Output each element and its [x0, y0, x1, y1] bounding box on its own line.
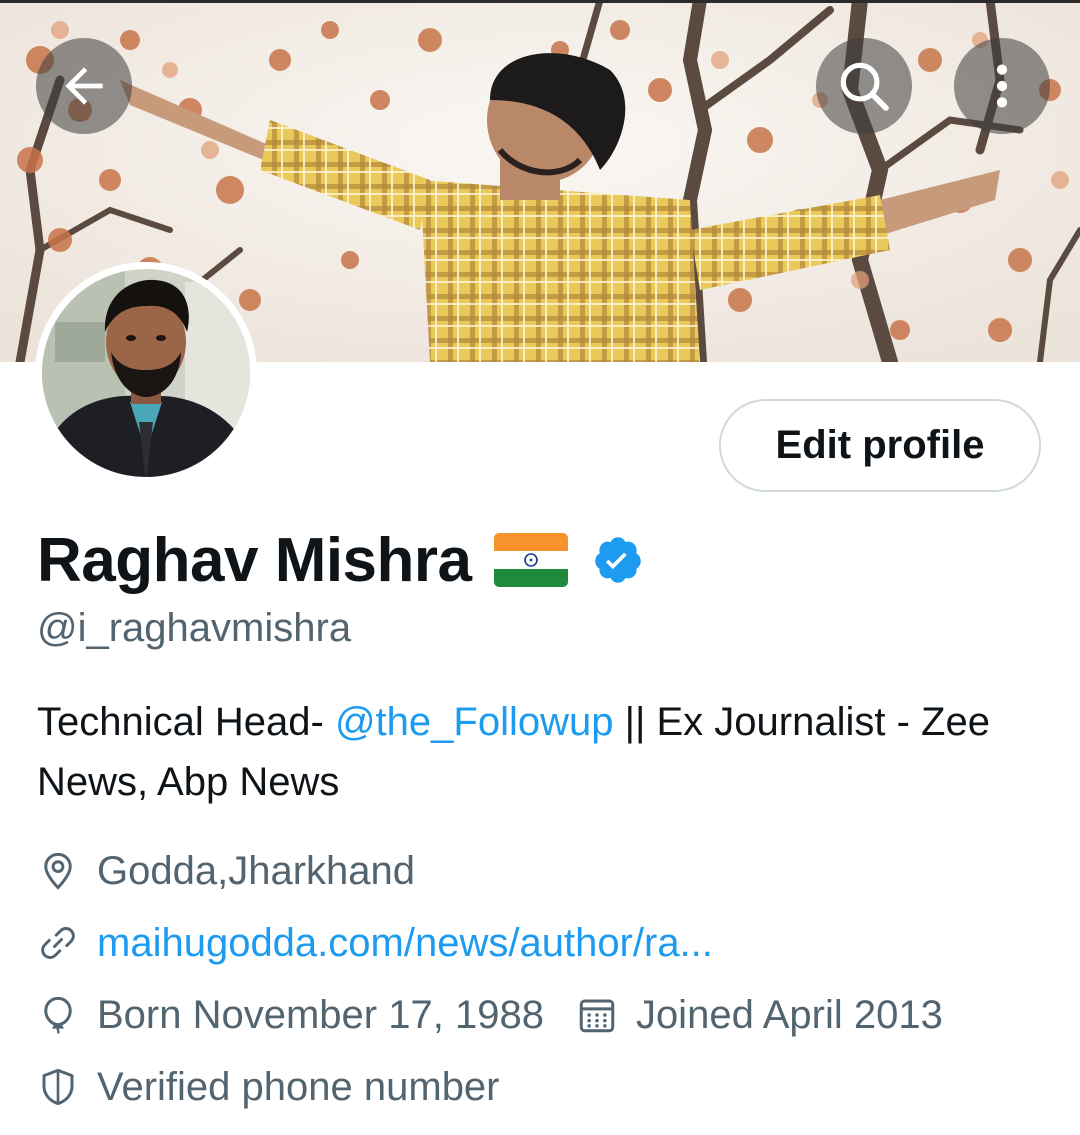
edit-profile-button[interactable]: Edit profile [719, 399, 1041, 492]
verified-badge-icon[interactable] [592, 534, 644, 586]
website-link[interactable]: maihugodda.com/news/author/ra... [97, 921, 713, 966]
shield-icon [42, 1068, 74, 1106]
indian-flag-emoji [493, 533, 568, 587]
avatar-image [35, 262, 257, 484]
link-icon [41, 927, 75, 959]
top-border [0, 0, 1080, 3]
more-options-button[interactable] [954, 38, 1050, 134]
avatar[interactable] [35, 262, 257, 484]
website-row: maihugodda.com/news/author/ra... [37, 915, 713, 971]
verified-phone-row: Verified phone number [37, 1059, 500, 1115]
location-row: Godda,Jharkhand [37, 843, 415, 899]
arrow-left-icon [65, 67, 103, 105]
balloon-icon [44, 996, 72, 1035]
dates-row: Born November 17, 1988 Joined April 2013 [37, 987, 943, 1043]
profile-page: Edit profile Raghav Mishra @i_raghavmish… [0, 0, 1080, 1135]
birthday-text: Born November 17, 1988 [97, 992, 544, 1037]
back-button[interactable] [36, 38, 132, 134]
more-vertical-icon [996, 64, 1008, 108]
profile-handle: @i_raghavmishra [37, 606, 352, 650]
search-icon [840, 62, 889, 111]
calendar-icon [579, 999, 615, 1033]
profile-name: Raghav Mishra [37, 525, 472, 595]
bio-text-prefix: Technical Head- [37, 700, 335, 744]
joined-group: Joined April 2013 [576, 993, 943, 1038]
joined-text: Joined April 2013 [635, 992, 943, 1037]
search-button[interactable] [816, 38, 912, 134]
profile-bio: Technical Head- @the_Followup || Ex Jour… [37, 692, 1047, 812]
profile-name-row: Raghav Mishra [37, 520, 644, 600]
verified-phone-text: Verified phone number [97, 1064, 500, 1109]
location-text: Godda,Jharkhand [97, 848, 416, 893]
location-pin-icon [44, 852, 72, 890]
bio-mention-link[interactable]: @the_Followup [335, 700, 614, 744]
